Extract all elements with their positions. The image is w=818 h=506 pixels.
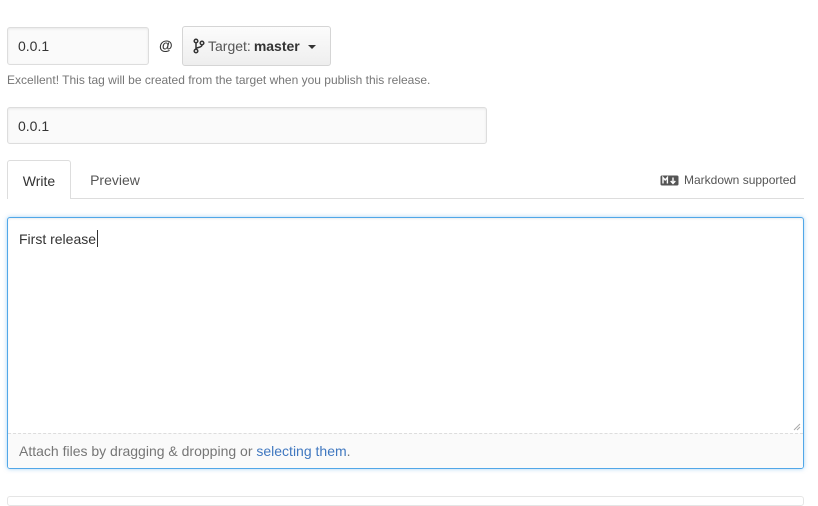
next-section-edge	[7, 496, 804, 506]
tag-note: Excellent! This tag will be created from…	[7, 73, 431, 87]
text-cursor	[97, 230, 99, 247]
git-branch-icon	[193, 38, 205, 54]
tag-version-input[interactable]	[7, 27, 149, 65]
editor-text-area[interactable]: First release	[19, 230, 99, 247]
selecting-them-link[interactable]: selecting them	[256, 443, 346, 459]
resize-handle-icon[interactable]	[793, 423, 801, 431]
release-title-input[interactable]	[7, 107, 487, 144]
editor-content: First release	[19, 231, 97, 247]
target-branch-value: master	[253, 38, 300, 54]
markdown-supported-hint[interactable]: Markdown supported	[660, 173, 796, 187]
markdown-icon	[660, 175, 679, 186]
attach-files-bar: Attach files by dragging & dropping or s…	[8, 433, 803, 468]
target-label: Target:	[208, 38, 251, 54]
tab-preview[interactable]: Preview	[76, 160, 154, 199]
release-body-editor[interactable]: First release Attach files by dragging &…	[7, 217, 804, 469]
attach-suffix: .	[346, 443, 351, 459]
target-branch-dropdown[interactable]: Target: master	[182, 26, 331, 66]
tab-write[interactable]: Write	[7, 160, 71, 199]
attach-text: Attach files by dragging & dropping or	[19, 443, 257, 459]
caret-down-icon	[307, 45, 316, 49]
at-symbol: @	[159, 37, 173, 53]
markdown-hint-label: Markdown supported	[684, 173, 797, 187]
